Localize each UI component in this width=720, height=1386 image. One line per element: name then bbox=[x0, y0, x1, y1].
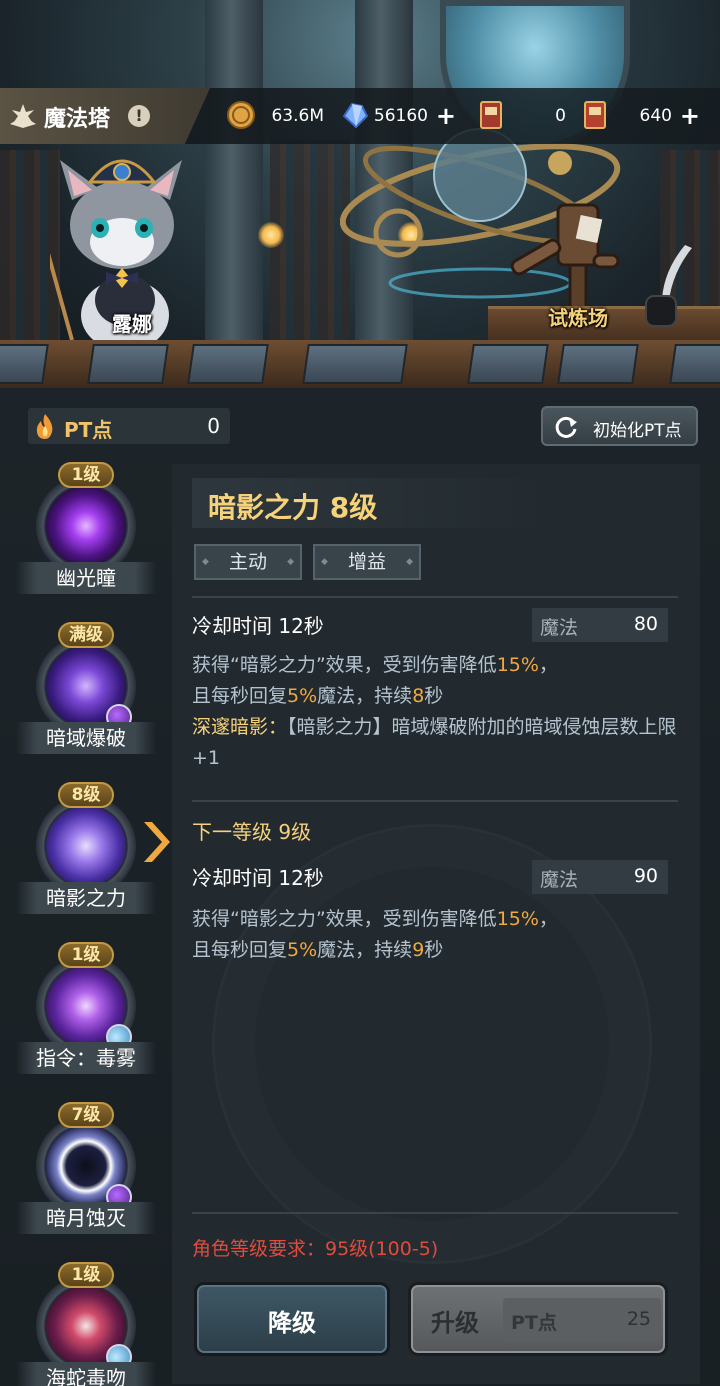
ticket-card-icon bbox=[584, 101, 606, 129]
crystal-counter: 56160 + bbox=[340, 102, 456, 132]
upgrade-cost-label: PT点 bbox=[511, 1312, 557, 1334]
skill-level-badge: 1级 bbox=[58, 1262, 114, 1288]
mana-value: 90 bbox=[633, 865, 658, 887]
skill-name: 暗月蚀灭 bbox=[16, 1202, 156, 1234]
ticket-a-value: 0 bbox=[555, 106, 566, 126]
tower-scene: 露娜 试炼场 bbox=[0, 0, 720, 388]
skill-name: 暗影之力 bbox=[16, 882, 156, 914]
pt-points-box: PT点 0 bbox=[28, 408, 230, 444]
crystal-icon bbox=[342, 102, 369, 129]
skill-name: 海蛇毒吻 bbox=[16, 1362, 156, 1386]
skill-item-glow-eye[interactable]: 1级 幽光瞳 bbox=[14, 462, 158, 614]
current-mana-cost: 魔法 80 bbox=[532, 608, 668, 642]
page-title: 魔法塔 bbox=[44, 107, 111, 132]
skill-item-dark-blast[interactable]: 满级 暗域爆破 bbox=[14, 622, 158, 774]
skill-level-badge: 满级 bbox=[58, 622, 114, 648]
pt-value: 0 bbox=[207, 414, 220, 438]
next-cooldown: 冷却时间 12秒 bbox=[192, 866, 324, 890]
reset-pt-button[interactable]: 初始化PT点 bbox=[541, 406, 698, 446]
mana-label: 魔法 bbox=[540, 617, 579, 639]
skill-level-badge: 1级 bbox=[58, 462, 114, 488]
gold-value: 63.6M bbox=[271, 106, 324, 126]
mana-label: 魔法 bbox=[540, 869, 579, 891]
flame-icon bbox=[36, 414, 53, 439]
selected-arrow-icon bbox=[144, 822, 170, 862]
skill-name: 幽光瞳 bbox=[16, 562, 156, 594]
mana-value: 80 bbox=[633, 613, 658, 635]
ticket-a-counter: 0 bbox=[476, 101, 566, 132]
tag-buff: 增益 bbox=[313, 544, 421, 580]
skill-detail-panel: 暗影之力 8级 主动 增益 冷却时间 12秒 魔法 80 获得“暗影之力”效果，… bbox=[172, 464, 700, 1384]
add-ticket-button[interactable]: + bbox=[680, 102, 700, 130]
pillar bbox=[205, 0, 263, 345]
skill-level-badge: 1级 bbox=[58, 942, 114, 968]
skill-level-badge: 7级 bbox=[58, 1102, 114, 1128]
skill-name: 指令：毒雾 bbox=[16, 1042, 156, 1074]
info-icon[interactable]: ! bbox=[128, 105, 150, 127]
downgrade-button[interactable]: 降级 bbox=[194, 1282, 390, 1356]
skill-title-bar: 暗影之力 8级 bbox=[192, 478, 552, 528]
current-description: 获得“暗影之力”效果，受到伤害降低15%， 且每秒回复5%魔法，持续8秒 深邃暗… bbox=[192, 654, 677, 769]
character-name[interactable]: 露娜 bbox=[112, 308, 152, 337]
skill-item-shadow-power[interactable]: 8级 暗影之力 bbox=[0, 782, 172, 934]
divider bbox=[192, 596, 678, 598]
gold-coin-icon bbox=[227, 101, 255, 129]
next-level-title: 下一等级 9级 bbox=[192, 820, 312, 844]
lamp bbox=[258, 222, 284, 248]
skill-panel: PT点 0 初始化PT点 1级 幽光瞳 满级 暗域爆破 8级 暗影之力 1级 指… bbox=[0, 388, 720, 1386]
skill-name: 暗域爆破 bbox=[16, 722, 156, 754]
floor bbox=[0, 340, 720, 388]
next-description: 获得“暗影之力”效果，受到伤害降低15%， 且每秒回复5%魔法，持续9秒 bbox=[192, 908, 558, 961]
glow-eye-skill-icon bbox=[46, 486, 126, 566]
tag-active: 主动 bbox=[194, 544, 302, 580]
skill-title: 暗影之力 8级 bbox=[208, 491, 378, 524]
ticket-card-icon bbox=[480, 101, 502, 129]
upgrade-cost: PT点 25 bbox=[503, 1298, 661, 1342]
divider bbox=[192, 800, 678, 802]
top-bar: 魔法塔 ! 63.6M 56160 + 0 640 + bbox=[0, 88, 720, 144]
current-cooldown: 冷却时间 12秒 bbox=[192, 614, 324, 638]
skill-level-badge: 8级 bbox=[58, 782, 114, 808]
training-dummy[interactable] bbox=[510, 195, 620, 315]
skill-item-sea-serpent[interactable]: 1级 海蛇毒吻 bbox=[14, 1262, 158, 1386]
reset-pt-label: 初始化PT点 bbox=[593, 421, 682, 441]
next-mana-cost: 魔法 90 bbox=[532, 860, 668, 894]
add-crystal-button[interactable]: + bbox=[436, 102, 456, 130]
crystal-value: 56160 bbox=[373, 106, 428, 126]
ticket-b-value: 640 bbox=[639, 106, 672, 126]
ticket-b-counter: 640 + bbox=[580, 101, 700, 132]
upgrade-button[interactable]: 升级 PT点 25 bbox=[408, 1282, 668, 1356]
skill-item-poison-fog[interactable]: 1级 指令：毒雾 bbox=[14, 942, 158, 1094]
upgrade-label: 升级 bbox=[431, 1309, 479, 1337]
magic-book-icon bbox=[10, 104, 36, 128]
shadow-figure-skill-icon bbox=[46, 806, 126, 886]
trial-ground-label[interactable]: 试炼场 bbox=[548, 302, 608, 331]
quill-inkwell bbox=[645, 245, 692, 327]
tower-tab: 魔法塔 ! bbox=[0, 88, 210, 144]
level-requirement: 角色等级要求：95级(100-5) bbox=[192, 1238, 439, 1260]
bonus-name: 深邃暗影： bbox=[192, 716, 288, 738]
divider bbox=[192, 1212, 678, 1214]
upgrade-cost-value: 25 bbox=[626, 1308, 651, 1330]
skill-item-dark-moon[interactable]: 7级 暗月蚀灭 bbox=[14, 1102, 158, 1254]
gold-counter: 63.6M bbox=[226, 101, 324, 132]
pt-label: PT点 bbox=[64, 418, 113, 442]
downgrade-label: 降级 bbox=[268, 1309, 316, 1337]
refresh-icon bbox=[555, 416, 577, 438]
